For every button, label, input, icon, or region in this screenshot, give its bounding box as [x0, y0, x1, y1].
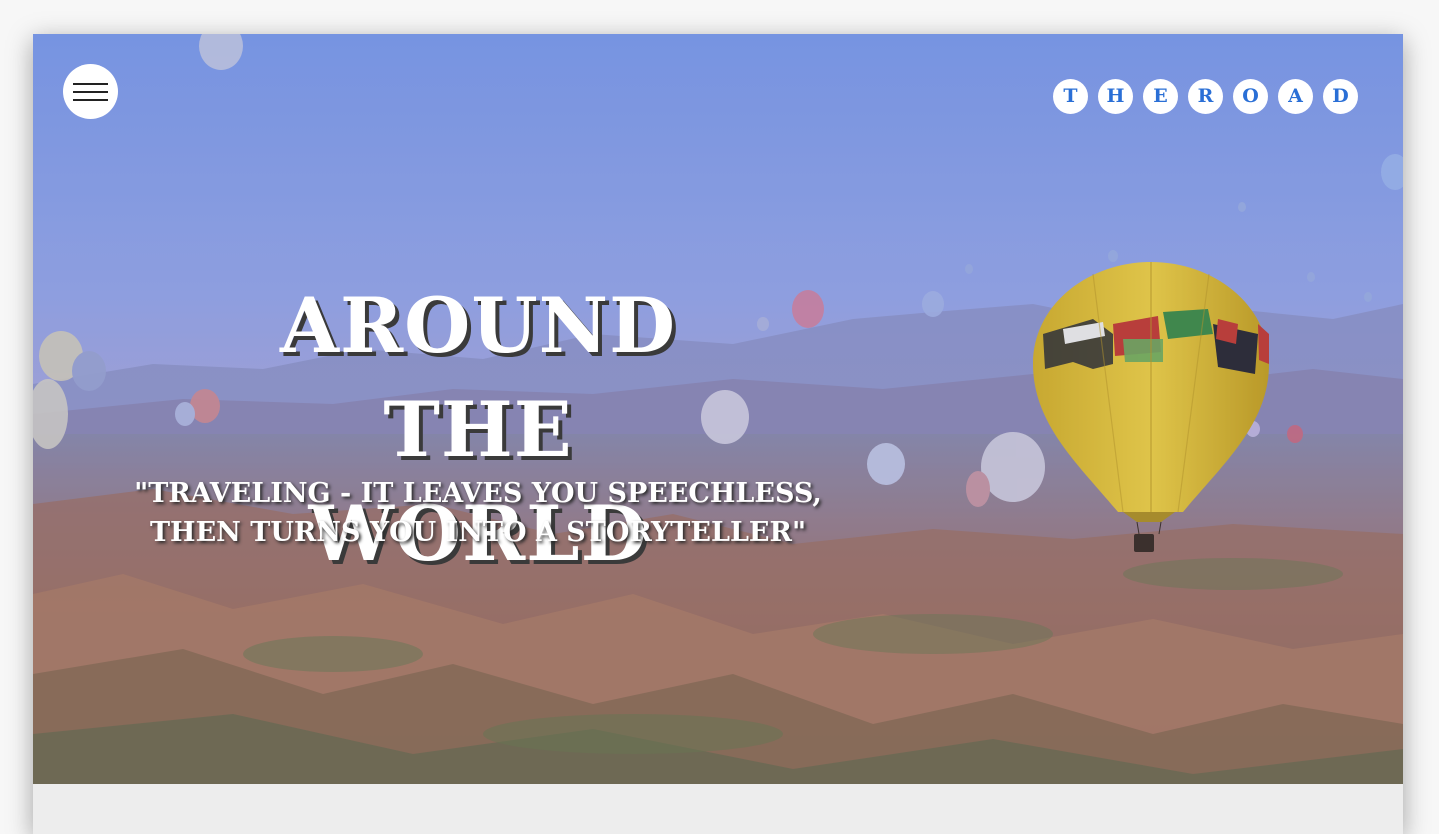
- brand-letter: H: [1098, 79, 1133, 114]
- brand-letter: D: [1323, 79, 1358, 114]
- brand-letter: R: [1188, 79, 1223, 114]
- hero-quote-line-2: THEN TURNS YOU INTO A STORYTELLER": [149, 517, 807, 548]
- menu-button[interactable]: [63, 64, 118, 119]
- brand-letter: O: [1233, 79, 1268, 114]
- hamburger-line: [73, 91, 108, 93]
- brand-letter: E: [1143, 79, 1178, 114]
- brand-letter: A: [1278, 79, 1313, 114]
- hero-banner: T H E R O A D AROUND THE WORLD "TRAVELIN…: [33, 34, 1403, 784]
- hamburger-menu-icon: [73, 83, 108, 85]
- page-card: T H E R O A D AROUND THE WORLD "TRAVELIN…: [33, 34, 1403, 834]
- hero-title-line-1: AROUND THE: [280, 281, 676, 474]
- hero-quote-line-1: "TRAVELING - IT LEAVES YOU SPEECHLESS,: [134, 478, 822, 509]
- brand-logo[interactable]: T H E R O A D: [1053, 79, 1358, 114]
- hamburger-line: [73, 99, 108, 101]
- brand-letter: T: [1053, 79, 1088, 114]
- hero-quote: "TRAVELING - IT LEAVES YOU SPEECHLESS, T…: [128, 474, 828, 552]
